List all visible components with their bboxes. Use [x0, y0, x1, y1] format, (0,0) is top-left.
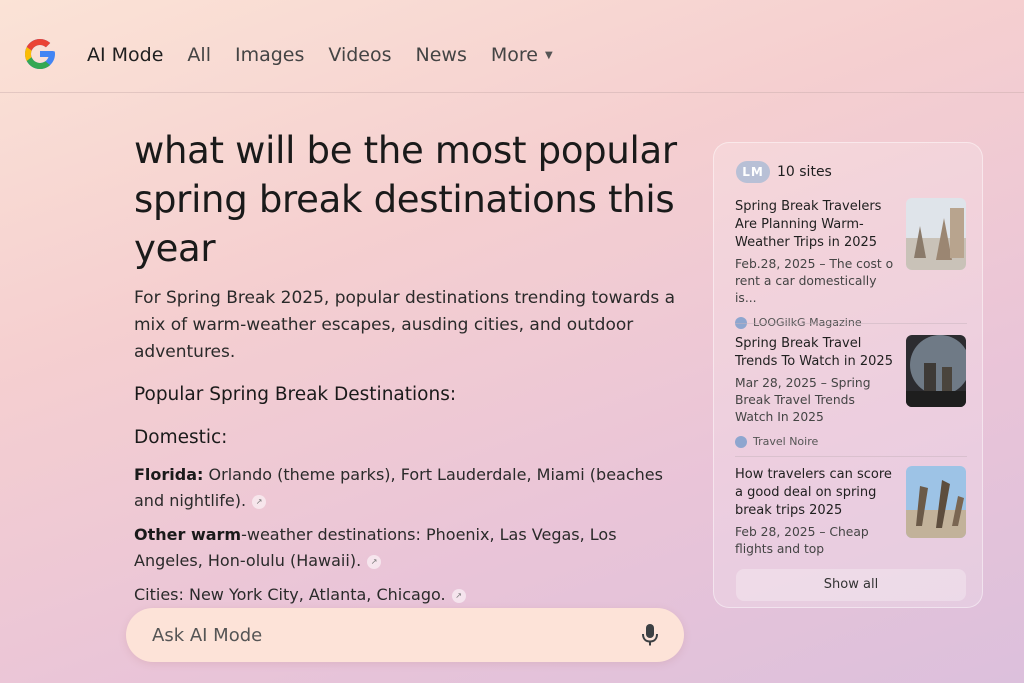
microphone-icon[interactable] [640, 623, 660, 647]
citation-link-icon[interactable]: ↗ [252, 494, 267, 509]
sources-panel: LM 10 sites Spring Break Travelers Are P… [713, 142, 983, 608]
query-heading: what will be the most popular spring bre… [134, 129, 677, 270]
top-header: AI Mode All Images Videos News More ▼ [0, 0, 1024, 93]
show-all-button[interactable]: Show all [736, 569, 966, 601]
tab-label: Videos [328, 44, 392, 66]
citation-link-icon[interactable]: ↗ [367, 554, 382, 569]
source-card[interactable]: How travelers can score a good deal on s… [735, 466, 975, 558]
source-card[interactable]: Spring Break Travelers Are Planning Warm… [735, 198, 975, 329]
source-title: How travelers can score a good deal on s… [735, 467, 892, 518]
citation-link-icon[interactable]: ↗ [451, 588, 466, 603]
tab-label: Images [234, 44, 305, 66]
sites-header[interactable]: LM 10 sites [736, 161, 832, 183]
tab-images[interactable]: Images [235, 44, 304, 66]
tab-label: News [415, 44, 467, 66]
entry-text: Orlando (theme parks), Fort Lauderdale, … [134, 465, 663, 510]
answer-intro: For Spring Break 2025, popular destinati… [134, 288, 676, 362]
tab-all[interactable]: All [187, 44, 211, 66]
google-logo-icon[interactable] [22, 36, 58, 72]
tab-label: More [490, 44, 538, 66]
source-site: Travel Noire [735, 435, 975, 448]
tab-news[interactable]: News [416, 44, 467, 66]
destination-entry: Other warm-weather destinations: Phoenix… [134, 522, 684, 574]
source-name: Travel Noire [753, 435, 819, 448]
tab-label: AI Mode [87, 44, 164, 66]
divider [735, 456, 967, 457]
source-card[interactable]: Spring Break Travel Trends To Watch in 2… [735, 335, 975, 448]
search-tabs: AI Mode All Images Videos News More ▼ [87, 44, 577, 66]
entry-label: Other warm [134, 525, 242, 544]
source-title: Spring Break Travelers Are Planning Warm… [735, 199, 882, 250]
ask-bar [126, 608, 684, 662]
ask-input[interactable] [152, 621, 612, 649]
section-heading: Popular Spring Break Destinations: [134, 384, 457, 405]
divider [735, 323, 967, 324]
destination-entry: Cities: New York City, Atlanta, Chicago.… [134, 582, 684, 608]
source-snippet: Feb.28, 2025 – The cost o rent a car dom… [735, 257, 894, 305]
tab-label: All [187, 44, 211, 66]
tab-more[interactable]: More ▼ [491, 44, 553, 66]
source-snippet: Mar 28, 2025 – Spring Break Travel Trend… [735, 376, 871, 424]
entry-text: Cities: New York City, Atlanta, Chicago. [134, 585, 446, 604]
tab-videos[interactable]: Videos [328, 44, 391, 66]
subsection-heading: Domestic: [134, 427, 228, 448]
sites-count: 10 sites [777, 164, 832, 180]
destination-entry: Florida: Orlando (theme parks), Fort Lau… [134, 462, 684, 514]
source-snippet: Feb 28, 2025 – Cheap flights and top [735, 525, 869, 556]
sites-avatar-icon: LM [736, 161, 770, 183]
caret-down-icon: ▼ [544, 49, 553, 61]
answer-content: what will be the most popular spring bre… [134, 126, 684, 608]
site-favicon-icon [735, 435, 747, 448]
source-title: Spring Break Travel Trends To Watch in 2… [735, 336, 893, 369]
source-thumbnail-image [906, 198, 966, 270]
source-thumbnail-image [906, 466, 966, 538]
tab-ai-mode[interactable]: AI Mode [87, 44, 163, 66]
source-thumbnail-image [906, 335, 966, 407]
entry-label: Florida: [134, 465, 204, 484]
